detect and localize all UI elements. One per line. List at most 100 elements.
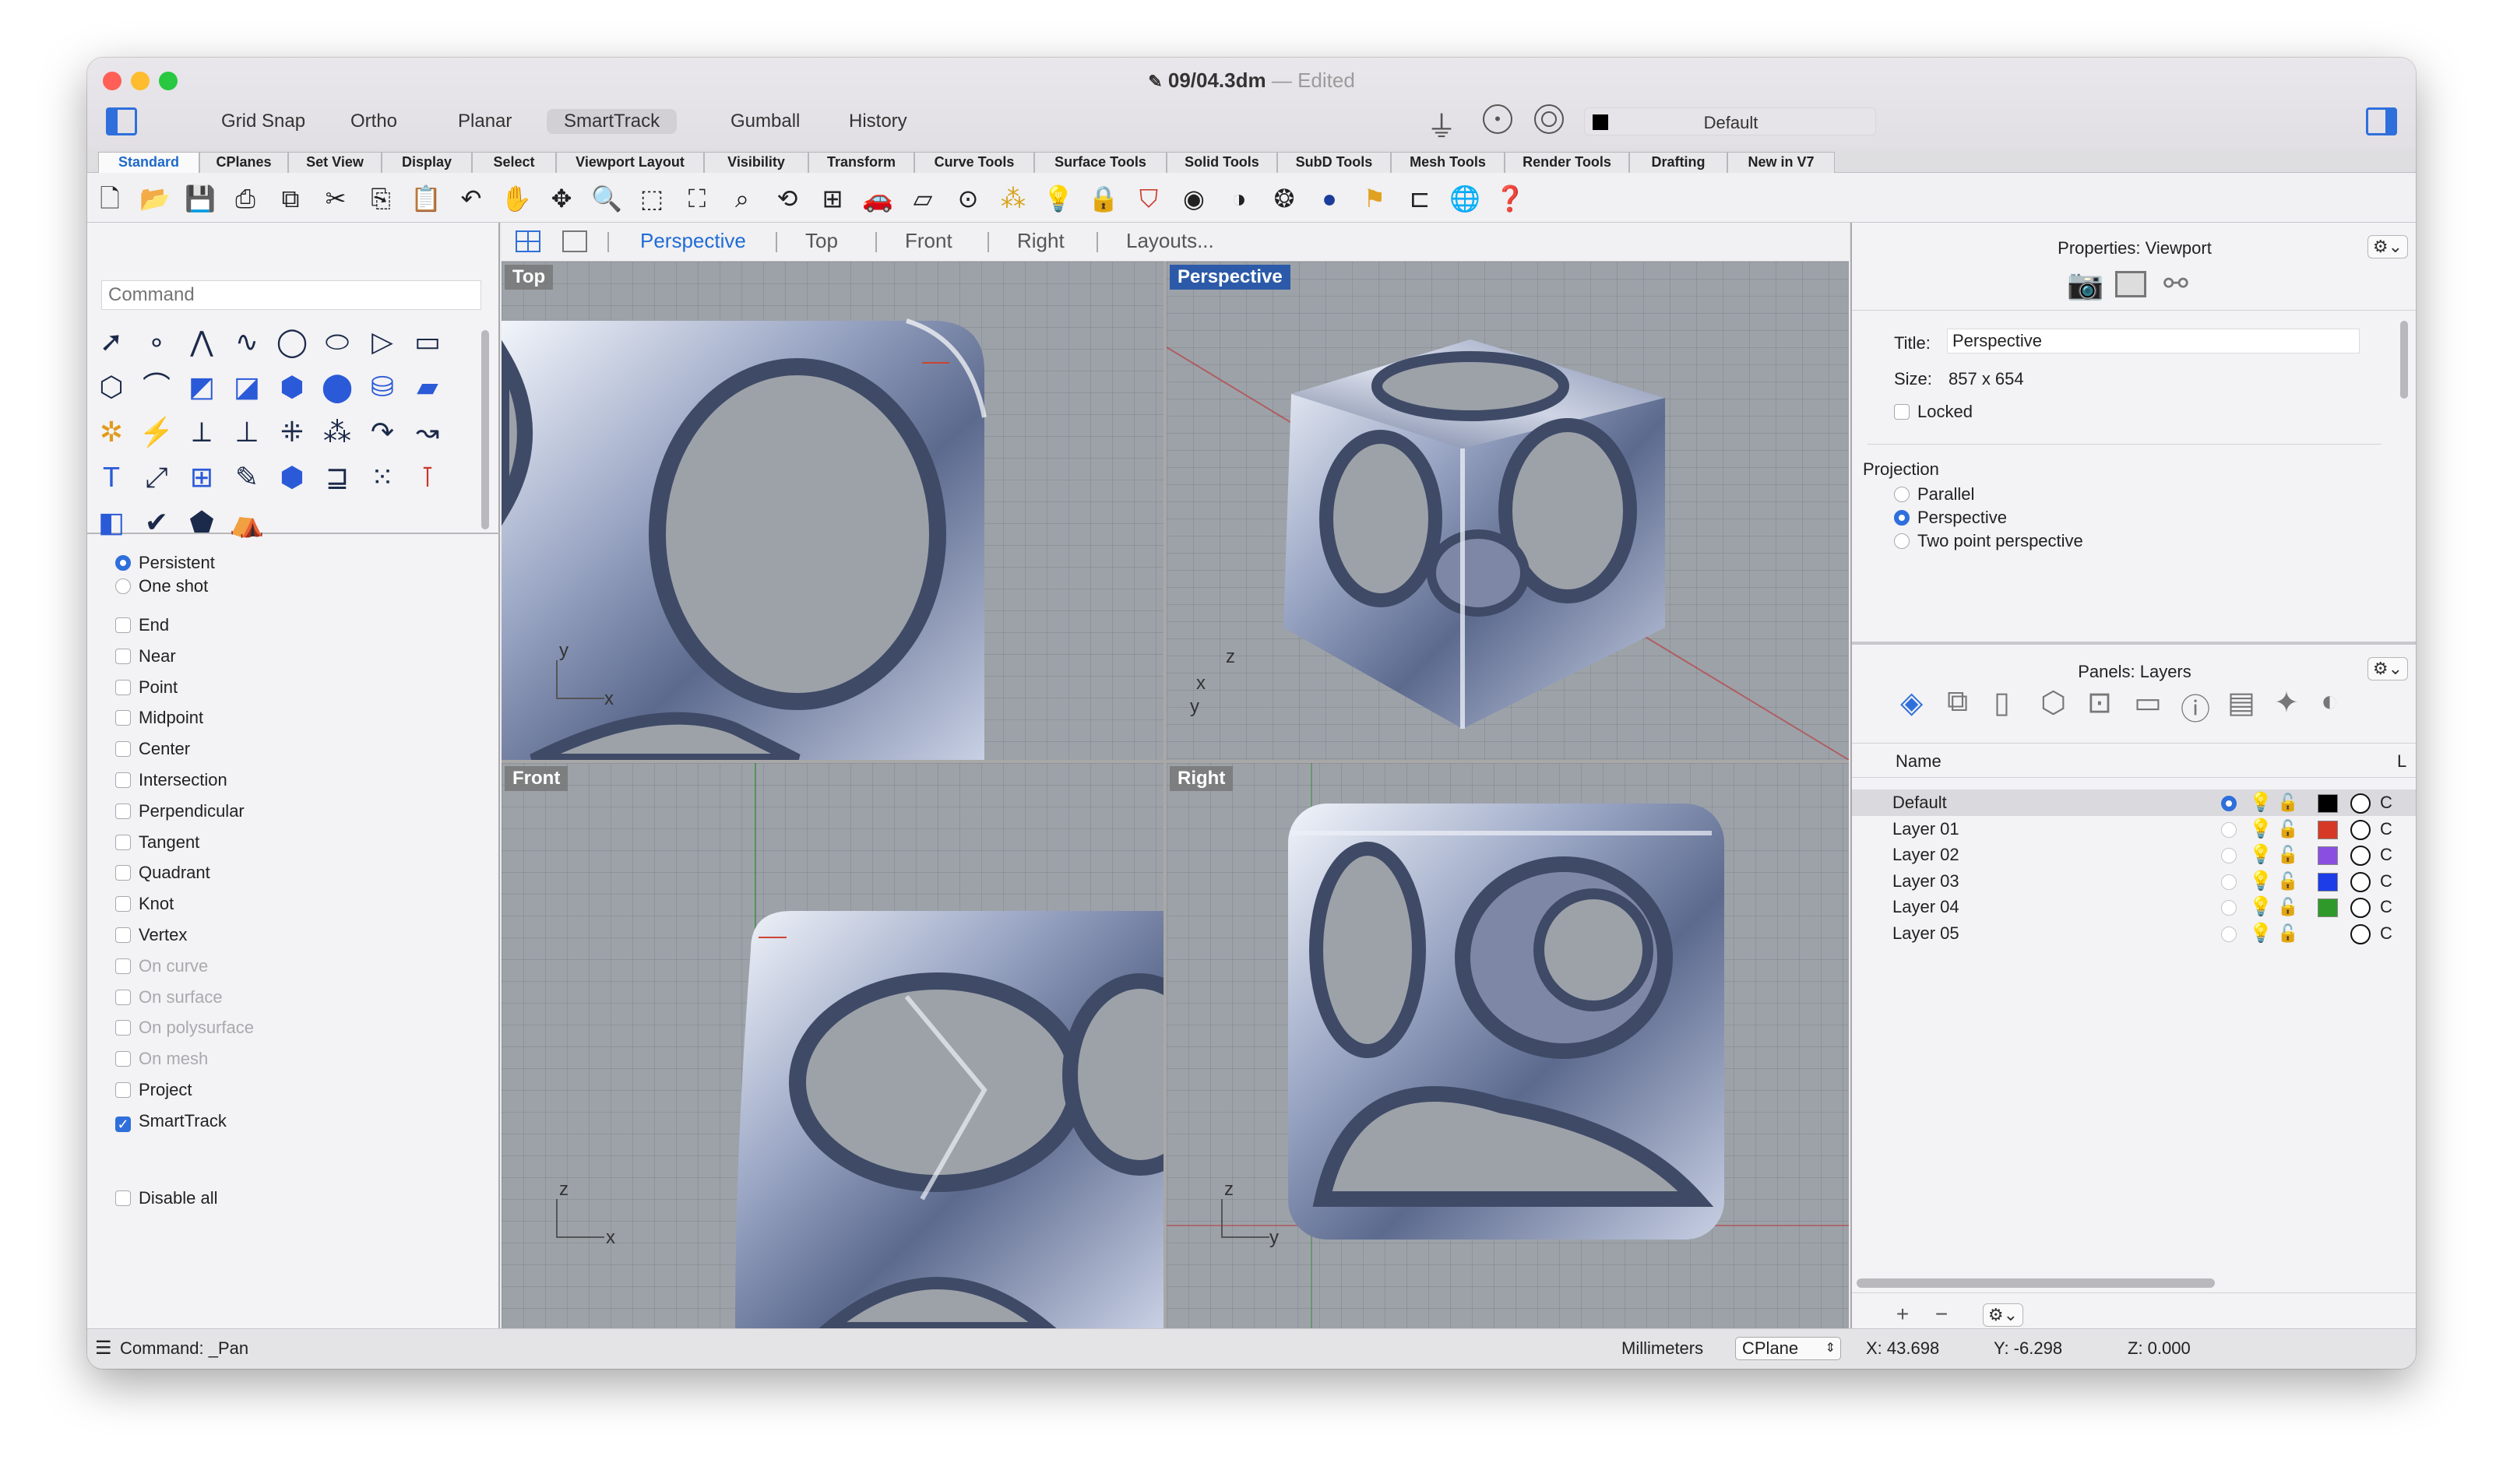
select-arrow-icon[interactable]: ➚ — [92, 322, 131, 361]
zoom-icon[interactable]: 🔍 — [590, 182, 623, 215]
layer-actions-gear-icon[interactable]: ⚙⌄ — [1983, 1303, 2023, 1327]
help-tab-icon[interactable]: ⓘ — [2181, 685, 2210, 728]
osnap-toggle-icon[interactable]: • — [1483, 104, 1512, 134]
tab-surface-tools[interactable]: Surface Tools — [1034, 152, 1167, 173]
osnap-on-mesh[interactable]: On mesh — [115, 1047, 208, 1071]
render-tool-icon[interactable]: ⛺ — [227, 503, 266, 542]
lightbulb-icon[interactable]: 💡 — [2249, 789, 2272, 816]
tab-top[interactable]: Top — [805, 229, 838, 253]
grid-array-icon[interactable]: ⁙ — [363, 458, 402, 497]
array-icon[interactable]: ⊞ — [182, 458, 221, 497]
layer-row[interactable]: Layer 01 💡 🔓 C — [1852, 816, 2416, 842]
help-icon[interactable]: ❓ — [1494, 182, 1526, 215]
lightbulb-icon[interactable]: 💡 — [2249, 868, 2272, 895]
cplane-icon[interactable]: ▱ — [907, 182, 939, 215]
box-icon[interactable]: ⬢ — [273, 367, 312, 406]
tab-new-in-v7[interactable]: New in V7 — [1727, 152, 1835, 173]
layer-color-swatch[interactable] — [2318, 794, 2338, 813]
four-viewports-icon[interactable]: ⊞ — [816, 182, 849, 215]
units-label[interactable]: Millimeters — [1621, 1329, 1703, 1368]
tab-transform[interactable]: Transform — [808, 152, 914, 173]
join-icon[interactable]: ↷ — [363, 413, 402, 452]
tab-solid-tools[interactable]: Solid Tools — [1167, 152, 1277, 173]
filter-icon[interactable]: ⏚ — [1427, 103, 1456, 146]
web-icon[interactable]: 🌐 — [1449, 182, 1481, 215]
lightbulb-icon[interactable]: 💡 — [2249, 894, 2272, 920]
layers-horizontal-scrollbar[interactable] — [1857, 1278, 2215, 1288]
projection-perspective-radio[interactable]: Perspective — [1894, 508, 2007, 528]
tab-set-view[interactable]: Set View — [288, 152, 382, 173]
command-history-icon[interactable]: ☰ — [95, 1329, 112, 1368]
four-view-layout-icon[interactable] — [516, 230, 540, 252]
surface-from-points-icon[interactable]: ◩ — [182, 367, 221, 406]
shade-icon[interactable]: ◑ — [1223, 182, 1255, 215]
osnap-on-polysurface[interactable]: On polysurface — [115, 1016, 254, 1039]
fillet-curve-icon[interactable]: ⌒ — [137, 367, 176, 406]
objects-tab-icon[interactable]: ⬡ — [2040, 685, 2066, 720]
lock-icon[interactable]: 🔓 — [2277, 842, 2298, 868]
layer-name-column-header[interactable]: Name — [1896, 746, 1941, 777]
layer-color-swatch[interactable] — [2318, 820, 2338, 839]
locked-checkbox[interactable]: Locked — [1894, 402, 1973, 422]
record-history-icon[interactable] — [1534, 104, 1564, 134]
layer-color-swatch[interactable] — [2318, 846, 2338, 866]
viewport-title-field[interactable]: Perspective — [1947, 329, 2360, 353]
current-layer-radio[interactable] — [2221, 927, 2237, 942]
render-preview-icon[interactable]: ❂ — [1268, 182, 1301, 215]
scale-icon[interactable]: ⤢ — [137, 458, 176, 497]
text-icon[interactable]: T — [92, 458, 131, 497]
osnap-project[interactable]: Project — [115, 1078, 192, 1102]
pan-hand-icon[interactable]: ✋ — [500, 182, 533, 215]
check-icon[interactable]: ✔ — [137, 503, 176, 542]
tab-perspective[interactable]: Perspective — [640, 229, 746, 253]
car-display-icon[interactable]: 🚗 — [861, 182, 894, 215]
osnap-end[interactable]: End — [115, 614, 169, 637]
layers-options-gear-icon[interactable]: ⚙⌄ — [2367, 657, 2408, 680]
single-view-layout-icon[interactable] — [562, 230, 587, 252]
lightbulb-icon[interactable]: 💡 — [2249, 842, 2272, 868]
lightbulb-icon[interactable]: 💡 — [2249, 920, 2272, 947]
tab-viewport-layout[interactable]: Viewport Layout — [556, 152, 704, 173]
polygon-icon[interactable]: ▷ — [363, 322, 402, 361]
tab-select[interactable]: Select — [472, 152, 556, 173]
print-icon[interactable]: ⎙ — [229, 182, 262, 215]
cylinder-icon[interactable]: ⛁ — [363, 367, 402, 406]
zoom-window-icon[interactable]: ⬚ — [635, 182, 668, 215]
material-circle-icon[interactable] — [2350, 793, 2371, 814]
open-file-icon[interactable]: 📂 — [139, 182, 171, 215]
tab-mesh-tools[interactable]: Mesh Tools — [1391, 152, 1505, 173]
gumball-toggle[interactable]: Gumball — [713, 109, 817, 134]
lightbulb-icon[interactable]: 💡 — [2249, 816, 2272, 842]
tab-front[interactable]: Front — [905, 229, 952, 253]
material-circle-icon[interactable] — [2350, 819, 2371, 840]
lock-icon[interactable]: 🔓 — [2277, 868, 2298, 895]
rebuild-icon[interactable]: ↝ — [408, 413, 447, 452]
current-layer-radio[interactable] — [2221, 900, 2237, 916]
right-sidebar-toggle-icon[interactable] — [2366, 107, 2397, 135]
layer-color-swatch[interactable] — [2318, 898, 2338, 918]
tab-right[interactable]: Right — [1017, 229, 1065, 253]
library-tab-icon[interactable]: ▤ — [2227, 685, 2255, 720]
cut-icon[interactable]: ✂ — [319, 182, 352, 215]
lock-icon[interactable]: 🔓 — [2277, 789, 2298, 816]
edit-points-icon[interactable]: ✎ — [227, 458, 266, 497]
current-layer-radio[interactable] — [2221, 821, 2237, 838]
camera-icon[interactable]: 📷 — [2067, 268, 2103, 302]
tab-visibility[interactable]: Visibility — [704, 152, 808, 173]
color-wheel-icon[interactable]: ◉ — [1178, 182, 1210, 215]
analyze-icon[interactable]: ◧ — [92, 503, 131, 542]
block-icon[interactable]: ⬢ — [273, 458, 312, 497]
tab-curve-tools[interactable]: Curve Tools — [914, 152, 1034, 173]
curve-icon[interactable]: ∿ — [227, 322, 266, 361]
viewport-top[interactable]: Top y x — [502, 262, 1163, 760]
material-circle-icon[interactable] — [2350, 871, 2371, 892]
lock-icon[interactable]: 🔓 — [2277, 894, 2298, 920]
sun-tab-icon[interactable]: ◐ — [2321, 685, 2339, 719]
render-tab-icon[interactable]: ⊡ — [2087, 685, 2112, 720]
rotate-view-icon[interactable]: ✥ — [545, 182, 578, 215]
materials-tab-icon[interactable]: ⧉ — [1947, 685, 1968, 719]
layer-column-header-last[interactable]: L — [2397, 746, 2406, 777]
tab-layouts[interactable]: Layouts... — [1126, 229, 1214, 253]
save-file-icon[interactable]: 💾 — [184, 182, 217, 215]
osnap-near[interactable]: Near — [115, 645, 176, 668]
